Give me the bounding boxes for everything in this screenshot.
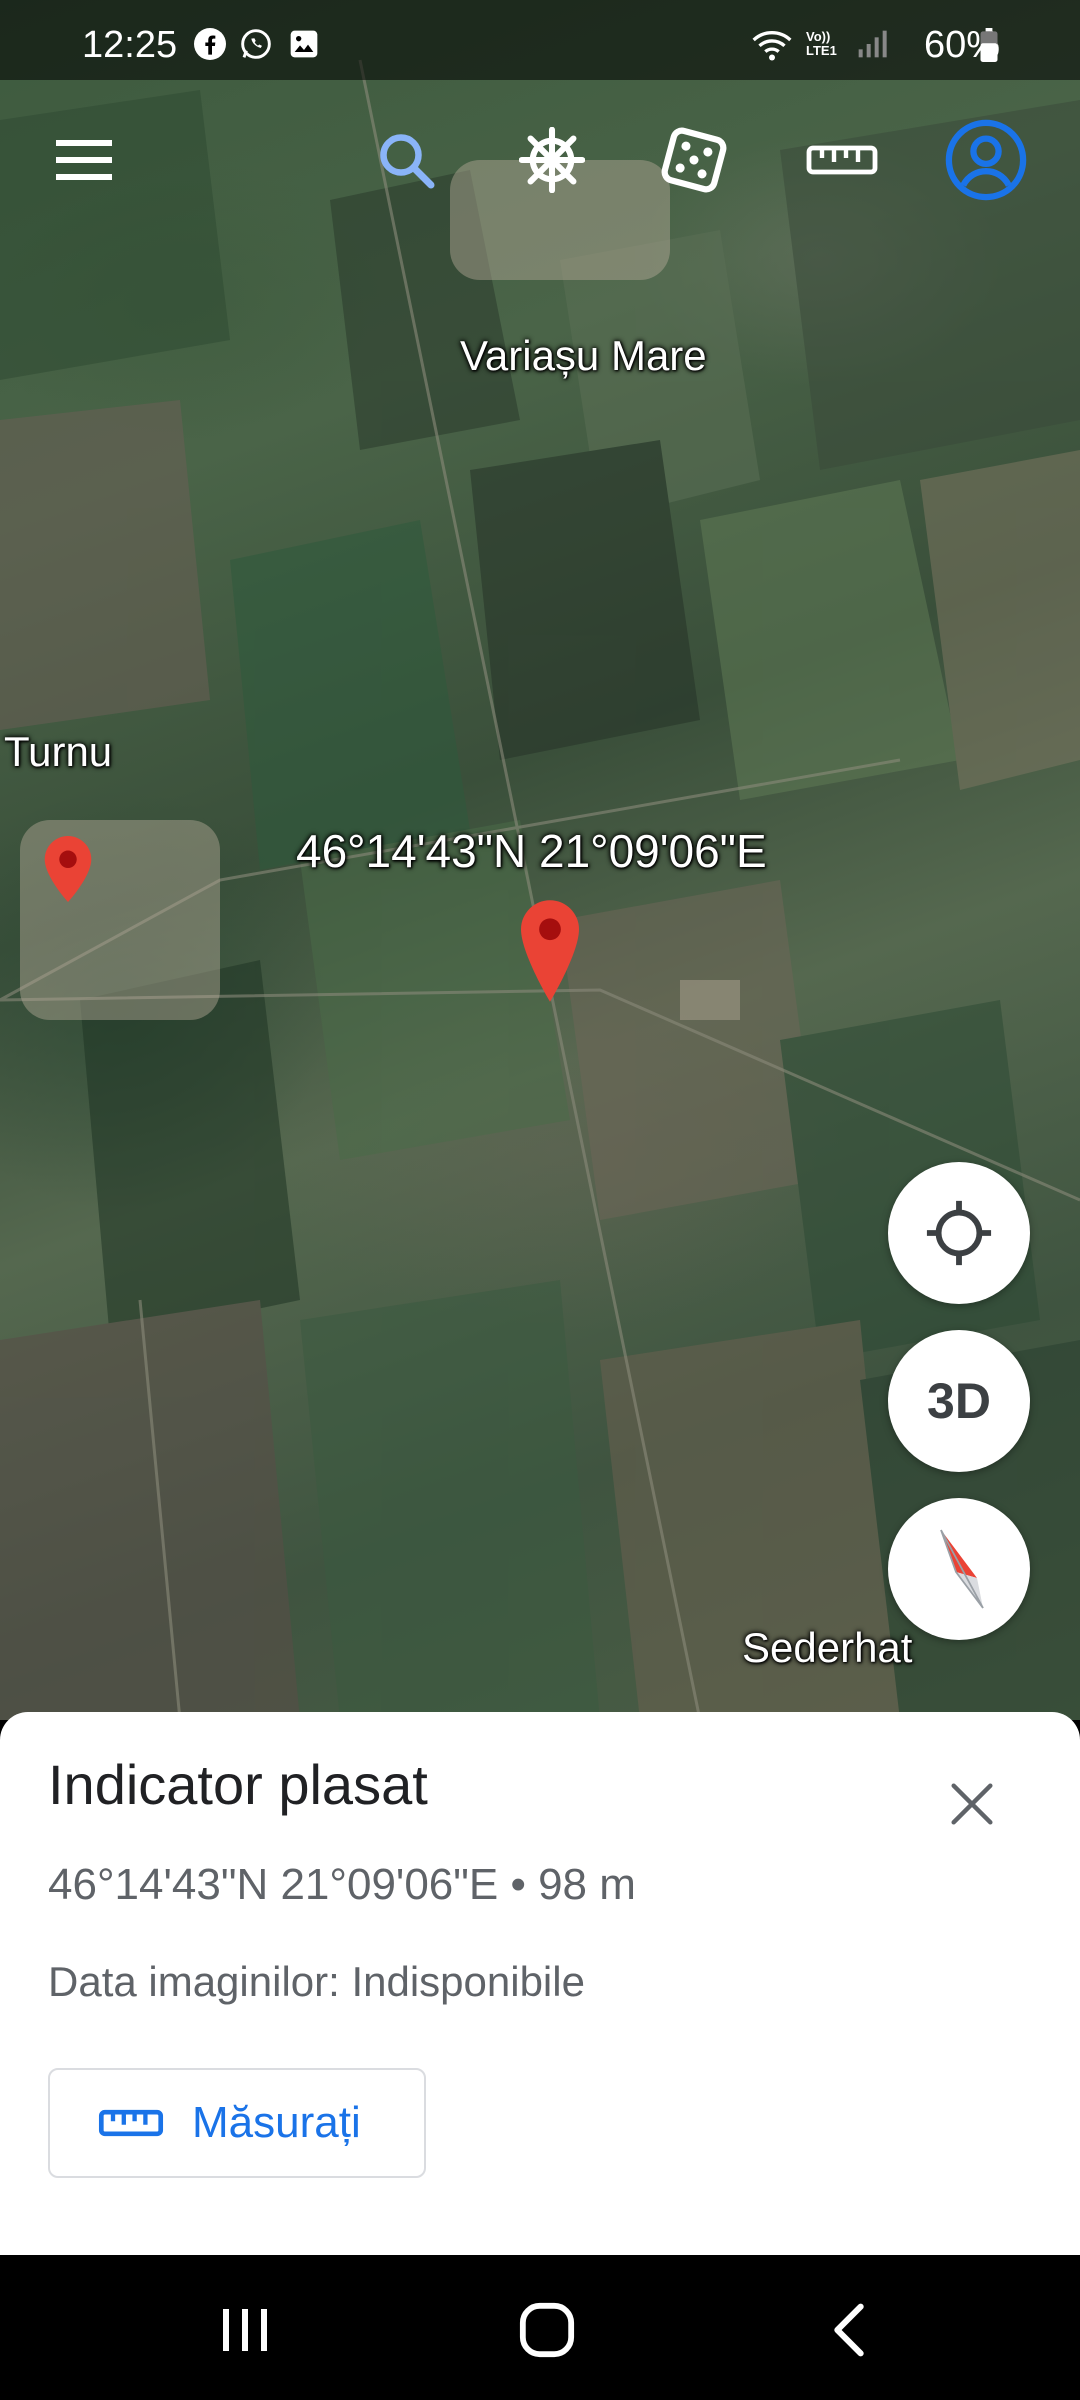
menu-button[interactable] [44, 120, 124, 200]
recent-apps-button[interactable] [200, 2285, 290, 2375]
feeling-lucky-button[interactable] [654, 120, 734, 200]
compass-icon [940, 1529, 984, 1609]
sheet-title: Indicator plasat [48, 1753, 428, 1816]
3d-toggle-button[interactable]: 3D [888, 1330, 1030, 1472]
home-button[interactable] [502, 2285, 592, 2375]
ruler-icon [806, 145, 878, 175]
close-icon [951, 1783, 993, 1825]
back-icon [834, 2303, 864, 2357]
gallery-icon [290, 30, 318, 58]
battery-icon [980, 28, 998, 62]
placed-marker-sheet: Indicator plasat 46°14'43"N 21°09'06"E •… [0, 1712, 1080, 2255]
whatsapp-icon [241, 29, 271, 59]
dice-icon [661, 127, 727, 193]
ruler-icon [98, 2109, 164, 2137]
measure-button-label: Măsurați [192, 2098, 361, 2147]
recent-apps-icon [223, 2309, 267, 2351]
my-location-button[interactable] [888, 1162, 1030, 1304]
facebook-icon [194, 28, 226, 60]
marker-coordinates: 46°14'43"N 21°09'06"E • 98 m [48, 1860, 636, 1909]
voyager-wheel-icon [519, 127, 585, 193]
wifi-icon [752, 31, 792, 61]
voyager-button[interactable] [512, 120, 592, 200]
measure-tool-button[interactable] [800, 120, 884, 200]
map-label-sederhat[interactable]: Sederhat [742, 1624, 912, 1672]
close-sheet-button[interactable] [940, 1772, 1004, 1836]
map-label-turnu[interactable]: Turnu [4, 728, 112, 776]
turnu-map-pin-icon[interactable] [44, 836, 92, 902]
back-button[interactable] [804, 2285, 894, 2375]
placed-map-pin-icon[interactable] [521, 900, 579, 1002]
account-button[interactable] [944, 118, 1028, 202]
home-icon [519, 2302, 575, 2358]
status-bar: 12:25 Vo)) LTE1 60% [0, 0, 1080, 80]
my-location-icon [926, 1200, 992, 1266]
map-label-variasu-mare[interactable]: Variașu Mare [460, 332, 707, 380]
signal-icon [858, 30, 887, 58]
navigation-bar [0, 2255, 1080, 2400]
satellite-map[interactable]: Variașu Mare Turnu Sederhat 46°14'43"N 2… [0, 0, 1080, 1720]
measure-button[interactable]: Măsurați [48, 2068, 426, 2178]
account-icon [945, 119, 1027, 201]
search-button[interactable] [366, 120, 446, 200]
search-icon [380, 134, 435, 189]
volte-icon: Vo)) LTE1 [806, 29, 837, 58]
imagery-date: Data imaginilor: Indisponibile [48, 1958, 585, 2005]
status-time: 12:25 [82, 24, 178, 66]
pin-coordinates-label: 46°14'43"N 21°09'06"E [296, 825, 767, 877]
compass-button[interactable] [888, 1498, 1030, 1640]
menu-icon [56, 140, 112, 180]
